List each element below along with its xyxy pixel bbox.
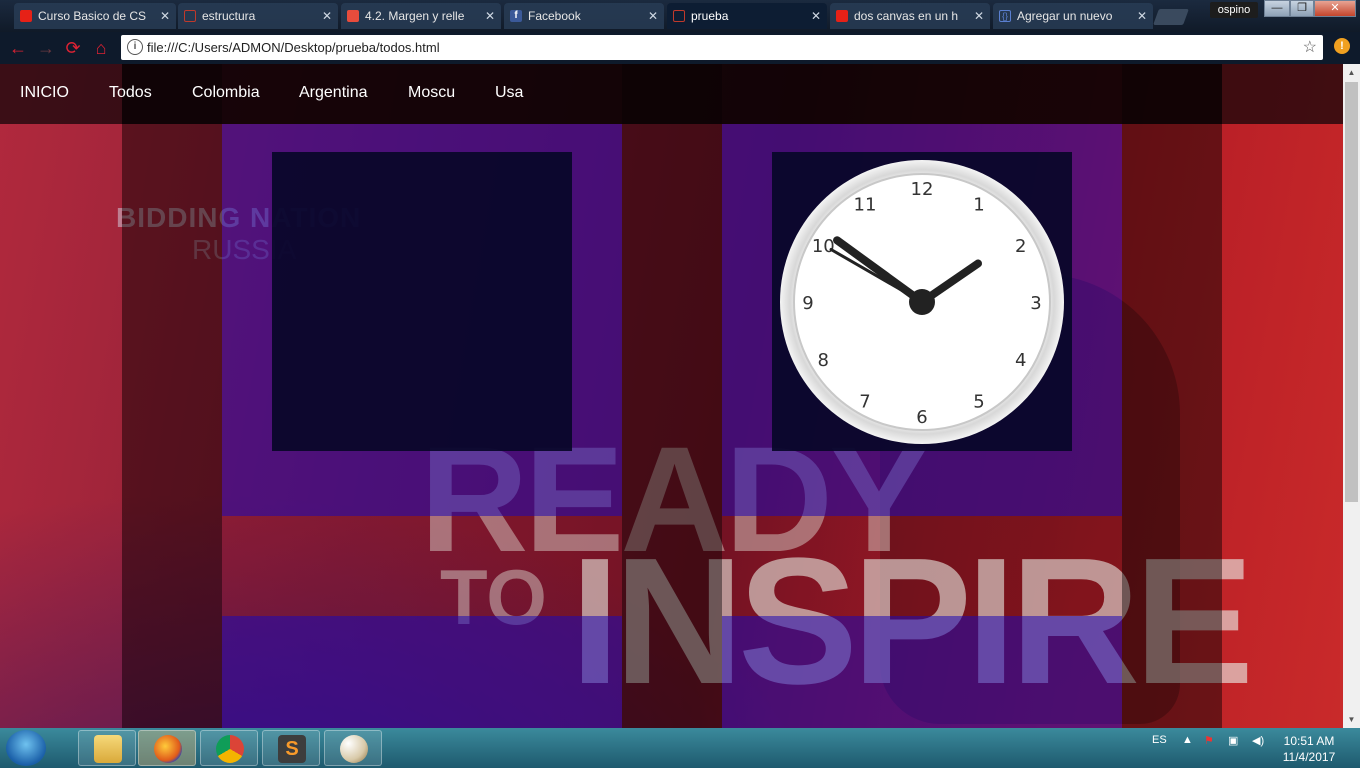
clock-number: 6 <box>916 407 927 428</box>
clock-number: 12 <box>911 179 934 200</box>
vertical-scrollbar[interactable]: ▲ ▼ <box>1343 64 1360 728</box>
new-tab-button[interactable] <box>1153 9 1189 25</box>
book-icon <box>347 10 359 22</box>
address-bar[interactable]: i file:///C:/Users/ADMON/Desktop/prueba/… <box>121 35 1323 60</box>
nav-item-moscu[interactable]: Moscu <box>408 84 455 102</box>
sublime-icon: S <box>278 735 306 763</box>
taskbar-firefox[interactable] <box>138 730 196 766</box>
minimize-button[interactable]: — <box>1264 0 1290 17</box>
clock-number: 4 <box>1015 350 1026 371</box>
chrome-icon <box>216 735 244 763</box>
clock-number: 2 <box>1015 236 1026 257</box>
nav-item-argentina[interactable]: Argentina <box>299 84 368 102</box>
content-box-bottom-left <box>222 616 622 728</box>
tab-label: prueba <box>691 9 729 23</box>
layout-column <box>622 64 722 728</box>
clock-number: 1 <box>973 194 984 215</box>
taskbar-paint[interactable] <box>324 730 382 766</box>
layout-column <box>0 64 122 728</box>
taskbar-chrome[interactable] <box>200 730 258 766</box>
start-button[interactable] <box>6 730 46 766</box>
taskbar-explorer[interactable] <box>78 730 136 766</box>
language-indicator[interactable]: ES <box>1152 734 1167 746</box>
scroll-up-arrow-icon[interactable]: ▲ <box>1343 64 1360 81</box>
clock-number: 10 <box>812 236 835 257</box>
clock-number: 5 <box>973 392 984 413</box>
taskbar-clock[interactable]: 10:51 AM 11/4/2017 <box>1276 733 1342 765</box>
nav-item-usa[interactable]: Usa <box>495 84 523 102</box>
home-button[interactable]: ⌂ <box>91 38 111 58</box>
content-box-bottom-right <box>722 616 1122 728</box>
restore-button[interactable]: ❐ <box>1290 0 1314 17</box>
explorer-icon <box>94 735 122 763</box>
firefox-icon <box>154 735 182 763</box>
tab-label: dos canvas en un h <box>854 9 959 23</box>
tab-label: Curso Basico de CS <box>38 9 147 23</box>
clock-number: 9 <box>802 293 813 314</box>
taskbar-sublime[interactable]: S <box>262 730 320 766</box>
action-center-icon[interactable]: ⚑ <box>1204 734 1214 747</box>
taskbar-time: 10:51 AM <box>1283 734 1335 748</box>
tab-prueba[interactable]: prueba ✕ <box>667 3 827 29</box>
clock-number: 7 <box>859 392 870 413</box>
youtube-icon <box>20 10 32 22</box>
close-icon[interactable]: ✕ <box>1137 3 1147 29</box>
tab-facebook[interactable]: f Facebook ✕ <box>504 3 664 29</box>
clock-number: 3 <box>1030 293 1041 314</box>
tab-dos-canvas[interactable]: dos canvas en un h ✕ <box>830 3 990 29</box>
menu-alert-icon[interactable]: ! <box>1334 38 1350 54</box>
clock-number: 11 <box>854 194 877 215</box>
tab-agregar[interactable]: {} Agregar un nuevo ✕ <box>993 3 1153 29</box>
close-icon[interactable]: ✕ <box>160 3 170 29</box>
facebook-icon: f <box>510 10 522 22</box>
taskbar-date: 11/4/2017 <box>1282 750 1336 764</box>
tray-expand-icon[interactable]: ▲ <box>1182 734 1193 746</box>
close-icon[interactable]: ✕ <box>811 3 821 29</box>
volume-icon[interactable]: ◀) <box>1252 734 1264 747</box>
network-icon[interactable]: ▣ <box>1228 734 1238 747</box>
reload-button[interactable]: ⟳ <box>63 38 83 58</box>
close-icon[interactable]: ✕ <box>485 3 495 29</box>
nav-item-inicio[interactable]: INICIO <box>20 84 69 102</box>
close-window-button[interactable]: ✕ <box>1314 0 1356 17</box>
tab-label: estructura <box>202 9 256 23</box>
nav-item-colombia[interactable]: Colombia <box>192 84 260 102</box>
nav-bar-center <box>122 64 1222 124</box>
nav-item-todos[interactable]: Todos <box>109 84 152 102</box>
tab-margen-relleno[interactable]: 4.2. Margen y relle ✕ <box>341 3 501 29</box>
taskbar: S ES ▲ ⚑ ▣ ◀) 10:51 AM 11/4/2017 <box>0 728 1360 768</box>
page-content: BIDDING NATION RUSSIA READY TO INSPIRE I… <box>0 64 1343 728</box>
analog-clock: 121234567891011 <box>780 160 1064 444</box>
clock-number: 8 <box>818 350 829 371</box>
close-icon[interactable]: ✕ <box>974 3 984 29</box>
scroll-thumb[interactable] <box>1345 82 1358 502</box>
tab-bar: Curso Basico de CS ✕ estructura ✕ 4.2. M… <box>0 0 1360 32</box>
info-icon[interactable]: i <box>127 39 143 55</box>
tab-estructura[interactable]: estructura ✕ <box>178 3 338 29</box>
tab-label: Facebook <box>528 9 581 23</box>
scroll-down-arrow-icon[interactable]: ▼ <box>1343 711 1360 728</box>
layout-column <box>122 64 222 728</box>
url-text[interactable]: file:///C:/Users/ADMON/Desktop/prueba/to… <box>147 40 440 55</box>
tab-label: 4.2. Margen y relle <box>365 9 465 23</box>
close-icon[interactable]: ✕ <box>648 3 658 29</box>
code-icon: {} <box>999 10 1011 22</box>
youtube-icon <box>836 10 848 22</box>
user-profile[interactable]: ospino <box>1210 2 1258 18</box>
back-button[interactable]: ← <box>8 38 28 58</box>
file-icon <box>673 10 685 22</box>
layout-column <box>1122 64 1222 728</box>
tab-curso-basico[interactable]: Curso Basico de CS ✕ <box>14 3 176 29</box>
bookmark-star-icon[interactable]: ☆ <box>1303 37 1317 57</box>
clock-center <box>909 289 935 315</box>
close-icon[interactable]: ✕ <box>322 3 332 29</box>
tab-label: Agregar un nuevo <box>1017 9 1113 23</box>
paint-icon <box>340 735 368 763</box>
canvas-left <box>272 152 572 451</box>
forward-button[interactable]: → <box>36 38 56 58</box>
file-icon <box>184 10 196 22</box>
